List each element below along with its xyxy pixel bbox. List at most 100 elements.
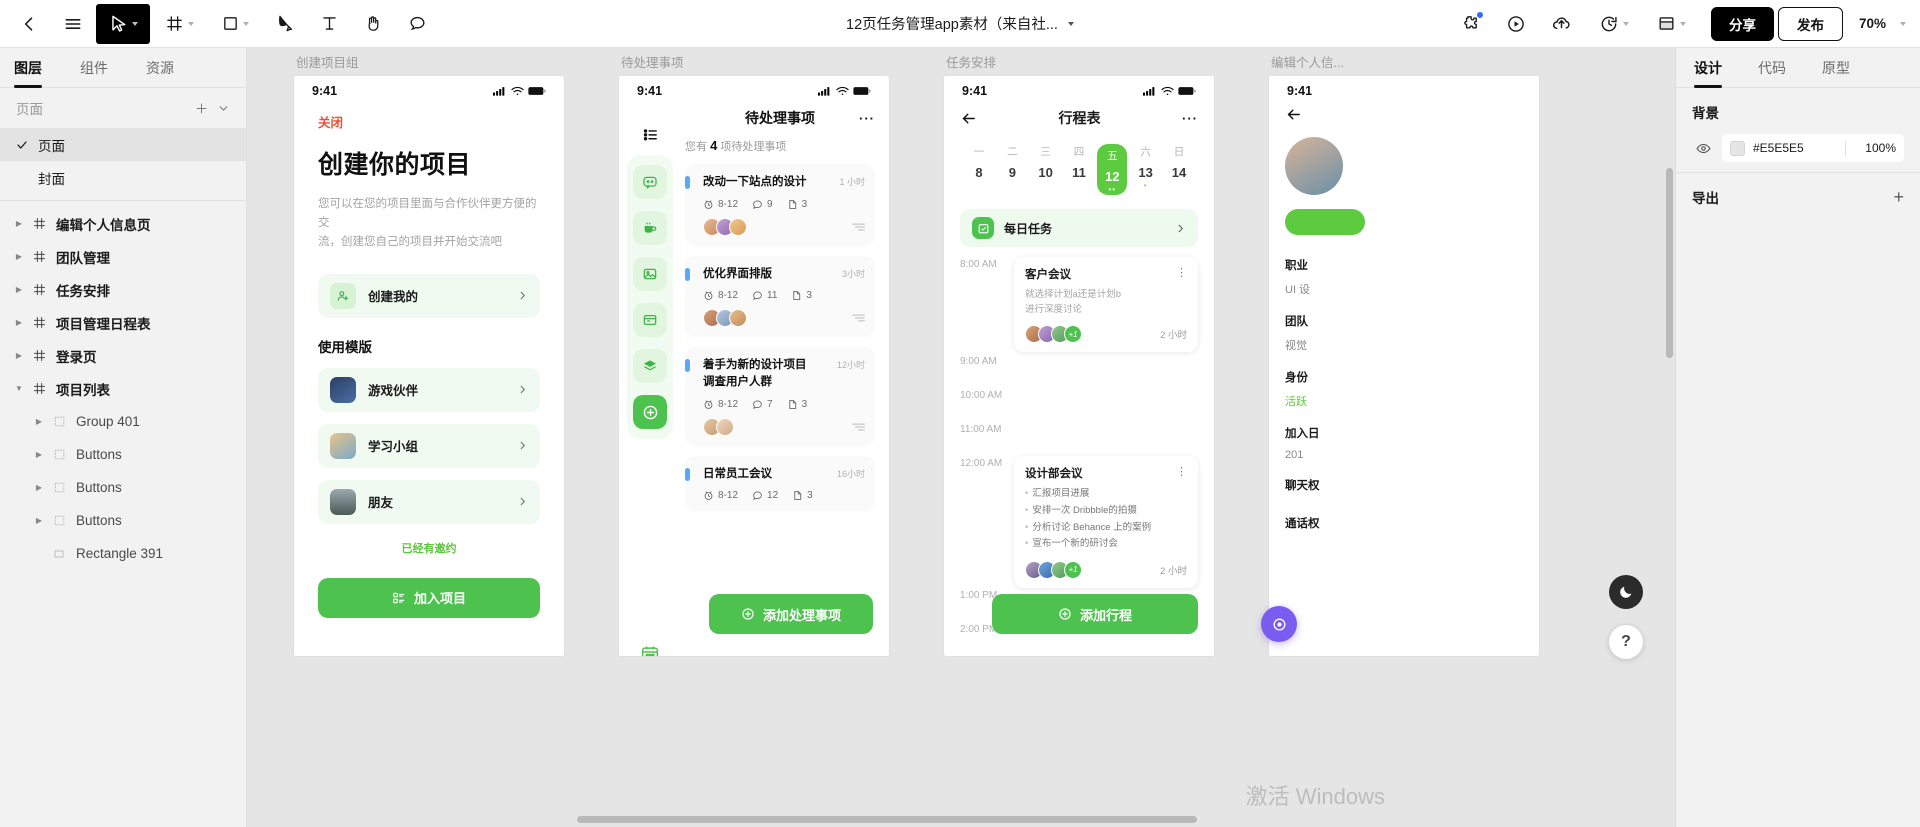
artboard-pending-tasks[interactable]: 待处理事项 9:41 待处理事项 ··· 您有 4 项待处理事项 改动一下站点的… (619, 52, 889, 656)
week-day[interactable]: 三 10 (1031, 144, 1061, 195)
add-page-icon[interactable] (190, 97, 212, 119)
tab-components[interactable]: 组件 (80, 48, 122, 87)
artboard-edit-profile[interactable]: 编辑个人信... 9:41 职业 UI 设 团队 视觉 身份 活跃 加入日 20… (1269, 52, 1539, 656)
template-row-friends[interactable]: 朋友 (318, 479, 540, 524)
layer-row[interactable]: ▶ 编辑个人信息页 (0, 207, 246, 240)
template-row-game[interactable]: 游戏伙伴 (318, 367, 540, 412)
zoom-level-label[interactable]: 70% (1859, 16, 1886, 31)
layer-expand-arrow-icon[interactable]: ▶ (10, 351, 28, 360)
frame-tool-caret[interactable] (187, 21, 194, 26)
version-history-caret[interactable] (1622, 21, 1629, 26)
week-day[interactable]: 一8 (964, 144, 994, 195)
visibility-eye-icon[interactable] (1692, 141, 1714, 156)
main-menu-button[interactable] (52, 4, 94, 44)
layer-expand-arrow-icon[interactable]: ▶ (10, 318, 28, 327)
layer-expand-arrow-icon[interactable]: ▶ (10, 219, 28, 228)
layer-row[interactable]: Rectangle 391 (0, 537, 246, 570)
canvas-viewport[interactable]: 创建项目组 9:41 关闭 创建你的项目 您可以在您的项目里面与合作伙伴更方便的… (247, 48, 1675, 827)
avatar[interactable] (1285, 137, 1343, 195)
week-day[interactable]: 六 13 • (1131, 144, 1161, 195)
back-arrow-icon[interactable] (1285, 106, 1523, 123)
page-item-main[interactable]: 页面 (0, 128, 246, 161)
add-export-icon[interactable]: + (1893, 188, 1904, 206)
text-tool-button[interactable] (308, 4, 350, 44)
artboard-create-project-group[interactable]: 创建项目组 9:41 关闭 创建你的项目 您可以在您的项目里面与合作伙伴更方便的… (294, 52, 564, 656)
coffee-icon[interactable] (633, 211, 667, 245)
layer-row[interactable]: ▼ 项目列表 (0, 372, 246, 405)
frame-tool-button[interactable] (152, 4, 206, 44)
create-mine-row[interactable]: 创建我的 (318, 273, 540, 318)
chat-icon[interactable] (633, 165, 667, 199)
calendar-week-icon[interactable] (633, 303, 667, 337)
move-tool-caret[interactable] (131, 21, 138, 26)
zoom-caret[interactable] (1900, 21, 1906, 26)
back-button[interactable] (8, 4, 50, 44)
comment-tool-button[interactable] (396, 4, 438, 44)
publish-button[interactable]: 发布 (1777, 6, 1843, 41)
close-link[interactable]: 关闭 (318, 112, 540, 131)
version-history-button[interactable] (1587, 4, 1641, 44)
tab-code[interactable]: 代码 (1758, 48, 1786, 87)
plugins-icon-button[interactable] (1449, 4, 1491, 44)
layer-row[interactable]: ▶ Buttons (0, 438, 246, 471)
layer-expand-arrow-icon[interactable]: ▶ (10, 285, 28, 294)
already-invited-label[interactable]: 已经有邀约 (318, 540, 540, 556)
background-color-field[interactable]: #E5E5E5 100% (1722, 134, 1904, 162)
event-block-1[interactable]: 客户会议 ⋮ 就选择计划a还是计划b 进行深度讨论 +1 2 小时 (1014, 257, 1198, 353)
layer-expand-arrow-icon[interactable]: ▶ (30, 516, 48, 525)
more-options-icon[interactable]: ··· (1182, 111, 1198, 126)
week-day[interactable]: 日 14 (1164, 144, 1194, 195)
field-value-team[interactable]: 视觉 (1285, 337, 1523, 353)
dark-mode-fab[interactable] (1609, 575, 1643, 609)
layout-view-caret[interactable] (1680, 21, 1687, 26)
layer-row[interactable]: ▶ Buttons (0, 504, 246, 537)
event-more-icon[interactable]: ⋮ (1176, 266, 1187, 279)
back-arrow-icon[interactable] (960, 110, 977, 127)
layer-row[interactable]: ▶ 项目管理日程表 (0, 306, 246, 339)
field-value-identity[interactable]: 活跃 (1285, 393, 1523, 409)
layer-row[interactable]: ▶ 任务安排 (0, 273, 246, 306)
layer-collapse-arrow-icon[interactable]: ▼ (10, 384, 28, 393)
layer-expand-arrow-icon[interactable]: ▶ (30, 483, 48, 492)
assistant-fab[interactable] (1261, 606, 1297, 642)
add-circle-icon[interactable] (633, 395, 667, 429)
pen-tool-button[interactable] (264, 4, 306, 44)
document-title-caret[interactable] (1067, 21, 1074, 26)
horizontal-scrollbar[interactable] (577, 816, 1197, 823)
calendar-bottom-icon[interactable] (640, 644, 660, 656)
present-play-button[interactable] (1495, 4, 1537, 44)
page-item-cover[interactable]: 封面 (0, 161, 246, 194)
shape-tool-caret[interactable] (242, 21, 249, 26)
artboard-title[interactable]: 创建项目组 (294, 52, 564, 71)
field-value-profession[interactable]: UI 设 (1285, 281, 1523, 297)
week-day-selected[interactable]: 五 12 •• (1097, 144, 1128, 195)
artboard-title[interactable]: 编辑个人信... (1269, 52, 1539, 71)
tab-layers[interactable]: 图层 (14, 48, 56, 88)
tab-design[interactable]: 设计 (1694, 48, 1722, 88)
artboard-task-schedule[interactable]: 任务安排 9:41 行程表 ··· 一 8 二 9 三 10 四 11 五 12… (944, 52, 1214, 656)
move-tool-button[interactable] (96, 3, 150, 44)
color-swatch[interactable] (1730, 140, 1745, 156)
task-card[interactable]: 着手为新的设计项目 调查用户人群 12小时 8-12 7 3 (685, 347, 875, 446)
layer-row[interactable]: ▶ Buttons (0, 471, 246, 504)
task-card[interactable]: 日常员工会议 16小时 8-12 12 3 (685, 455, 875, 512)
image-icon[interactable] (633, 257, 667, 291)
artboard-title[interactable]: 任务安排 (944, 52, 1214, 71)
task-card[interactable]: 优化界面排版 3小时 8-12 11 3 (685, 255, 875, 338)
layer-row[interactable]: ▶ 团队管理 (0, 240, 246, 273)
vertical-scrollbar[interactable] (1666, 168, 1673, 358)
list-menu-icon[interactable] (642, 126, 659, 143)
week-day[interactable]: 二9 (997, 144, 1027, 195)
cloud-upload-button[interactable] (1541, 4, 1583, 44)
more-options-icon[interactable]: ··· (859, 111, 875, 126)
layer-expand-arrow-icon[interactable]: ▶ (10, 252, 28, 261)
layer-expand-arrow-icon[interactable]: ▶ (30, 417, 48, 426)
layer-row[interactable]: ▶ 登录页 (0, 339, 246, 372)
field-value-joindate[interactable]: 201 (1285, 449, 1523, 461)
shape-tool-button[interactable] (208, 4, 262, 44)
layers-icon[interactable] (633, 349, 667, 383)
background-opacity-value[interactable]: 100% (1854, 141, 1896, 155)
share-button[interactable]: 分享 (1710, 6, 1774, 41)
hand-tool-button[interactable] (352, 4, 394, 44)
tab-prototype[interactable]: 原型 (1822, 48, 1850, 87)
